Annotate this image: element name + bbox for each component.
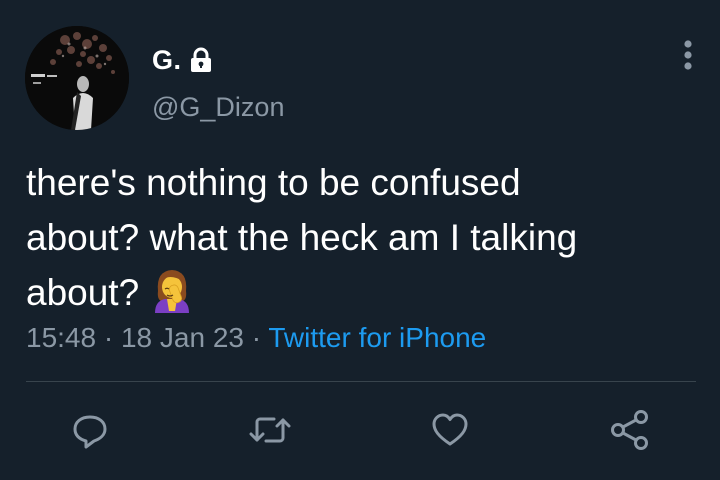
- tweet-text-line: there's nothing to be confused: [26, 162, 521, 203]
- retweet-icon: [248, 410, 292, 455]
- tweet-text-line: about?: [26, 272, 140, 313]
- heart-icon: [430, 410, 470, 455]
- author-handle[interactable]: @G_Dizon: [152, 92, 284, 123]
- share-icon: [608, 408, 652, 457]
- share-button[interactable]: [608, 408, 652, 457]
- lock-icon: [188, 47, 214, 73]
- tweet-text-line: about? what the heck am I talking: [26, 217, 578, 258]
- reply-icon: [70, 410, 110, 455]
- tweet-meta: 15:48 · 18 Jan 23 · Twitter for iPhone: [26, 322, 486, 354]
- tweet-text: there's nothing to be confused about? wha…: [26, 155, 686, 328]
- divider: [26, 381, 696, 382]
- facepalm-emoji-icon: [149, 265, 195, 328]
- meta-separator: ·: [96, 322, 121, 353]
- more-vertical-icon[interactable]: [676, 38, 700, 74]
- tweet-time[interactable]: 15:48: [26, 322, 96, 353]
- reply-button[interactable]: [68, 410, 112, 454]
- avatar[interactable]: [25, 26, 129, 130]
- meta-separator: ·: [243, 322, 269, 353]
- tweet-source-link[interactable]: Twitter for iPhone: [268, 322, 486, 353]
- action-bar: [0, 408, 720, 457]
- like-button[interactable]: [428, 410, 472, 454]
- display-name[interactable]: G.: [152, 45, 182, 76]
- tweet-card: G. @G_Dizon there's nothing to be confus…: [0, 0, 720, 480]
- author-name-row: G.: [152, 42, 214, 78]
- tweet-date[interactable]: 18 Jan 23: [121, 322, 244, 353]
- retweet-button[interactable]: [248, 410, 292, 454]
